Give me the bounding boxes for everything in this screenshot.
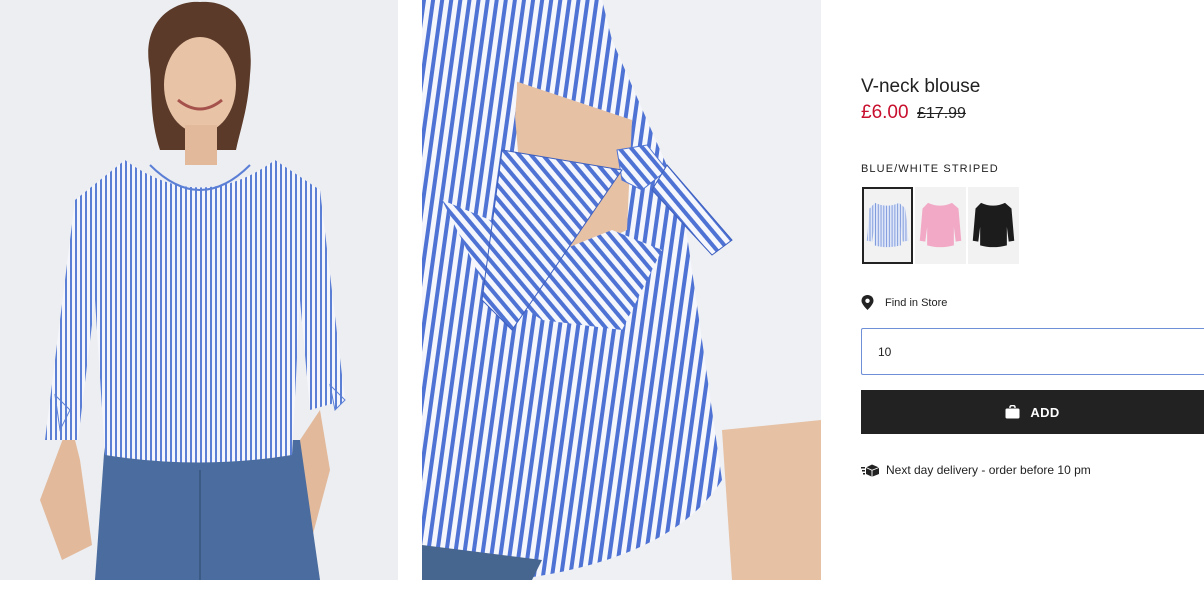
model-photo xyxy=(0,0,398,580)
delivery-text: Next day delivery - order before 10 pm xyxy=(886,463,1091,477)
swatch-black-image xyxy=(970,190,1017,261)
swatch-pink-image xyxy=(917,190,964,261)
swatch-pink[interactable] xyxy=(915,187,966,264)
product-image-main[interactable] xyxy=(0,0,398,580)
find-in-store-label: Find in Store xyxy=(885,296,948,309)
location-pin-icon xyxy=(861,295,874,310)
sleeve-detail-photo xyxy=(422,0,821,580)
add-to-bag-button[interactable]: ADD xyxy=(861,390,1204,434)
swatch-black[interactable] xyxy=(968,187,1019,264)
product-info-panel: V-neck blouse £6.00 £17.99 BLUE/WHITE ST… xyxy=(861,0,1204,589)
color-swatches xyxy=(862,187,1019,264)
shopping-bag-icon xyxy=(1005,405,1020,419)
swatch-blue-white-striped[interactable] xyxy=(862,187,913,264)
quantity-input[interactable] xyxy=(861,328,1204,375)
sale-price: £6.00 xyxy=(861,102,909,123)
selected-color-name: BLUE/WHITE STRIPED xyxy=(861,163,999,175)
delivery-truck-icon xyxy=(861,464,880,477)
original-price: £17.99 xyxy=(917,105,966,122)
swatch-blue-image xyxy=(864,190,911,261)
find-in-store-link[interactable]: Find in Store xyxy=(861,295,947,310)
product-page: V-neck blouse £6.00 £17.99 BLUE/WHITE ST… xyxy=(0,0,1204,589)
product-image-detail[interactable] xyxy=(422,0,821,580)
delivery-info: Next day delivery - order before 10 pm xyxy=(861,463,1091,477)
product-title: V-neck blouse xyxy=(861,76,981,97)
price-row: £6.00 £17.99 xyxy=(861,102,966,124)
add-button-label: ADD xyxy=(1030,404,1060,420)
